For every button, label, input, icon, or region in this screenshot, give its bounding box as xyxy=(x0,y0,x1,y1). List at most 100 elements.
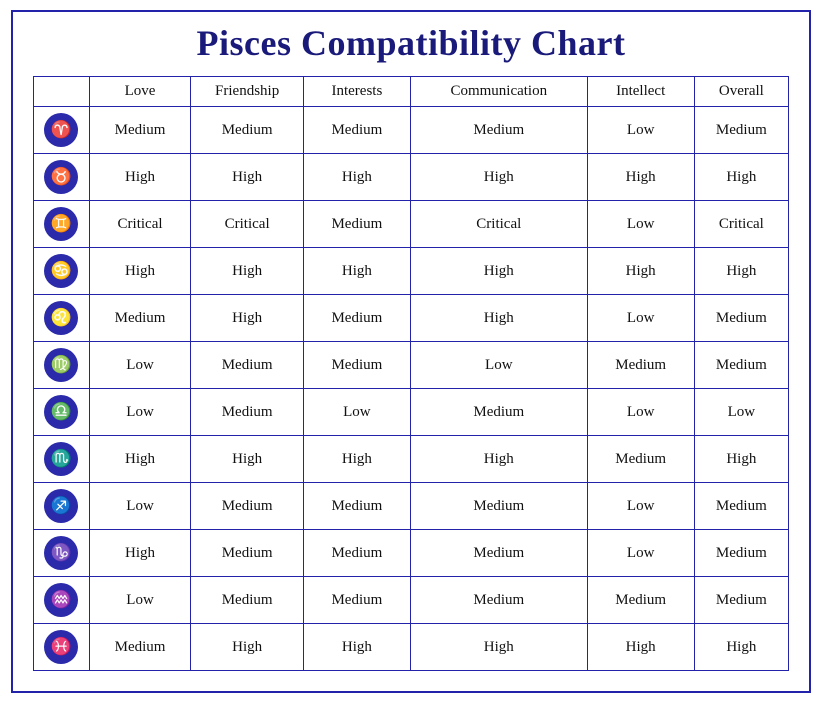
cell-love: Low xyxy=(89,389,191,436)
cell-overall: Medium xyxy=(694,483,788,530)
cell-interests: Medium xyxy=(303,483,410,530)
cell-interests: Medium xyxy=(303,201,410,248)
cell-interests: Medium xyxy=(303,107,410,154)
cell-love: Low xyxy=(89,483,191,530)
sign-cell: ♐ xyxy=(34,483,90,530)
cell-friendship: High xyxy=(191,154,303,201)
cell-communication: High xyxy=(410,436,587,483)
zodiac-icon: ♍ xyxy=(44,348,78,382)
cell-interests: Low xyxy=(303,389,410,436)
cell-communication: Medium xyxy=(410,389,587,436)
zodiac-icon: ♎ xyxy=(44,395,78,429)
cell-friendship: High xyxy=(191,295,303,342)
cell-intellect: Low xyxy=(587,530,694,577)
cell-intellect: Low xyxy=(587,107,694,154)
col-interests-header: Interests xyxy=(303,77,410,107)
cell-friendship: Medium xyxy=(191,107,303,154)
col-friendship-header: Friendship xyxy=(191,77,303,107)
cell-friendship: Medium xyxy=(191,483,303,530)
table-row: ♉HighHighHighHighHighHigh xyxy=(34,154,789,201)
cell-love: High xyxy=(89,530,191,577)
cell-overall: High xyxy=(694,248,788,295)
sign-cell: ♊ xyxy=(34,201,90,248)
cell-overall: Critical xyxy=(694,201,788,248)
cell-love: High xyxy=(89,436,191,483)
cell-love: High xyxy=(89,154,191,201)
table-row: ♑HighMediumMediumMediumLowMedium xyxy=(34,530,789,577)
col-overall-header: Overall xyxy=(694,77,788,107)
cell-interests: Medium xyxy=(303,530,410,577)
cell-communication: Medium xyxy=(410,577,587,624)
cell-love: High xyxy=(89,248,191,295)
cell-love: Medium xyxy=(89,107,191,154)
page-wrapper: Pisces Compatibility Chart Love Friendsh… xyxy=(11,10,811,693)
cell-overall: Medium xyxy=(694,530,788,577)
col-sign-header xyxy=(34,77,90,107)
cell-communication: Medium xyxy=(410,483,587,530)
cell-communication: High xyxy=(410,154,587,201)
chart-title: Pisces Compatibility Chart xyxy=(33,22,789,64)
cell-intellect: Low xyxy=(587,389,694,436)
cell-friendship: Medium xyxy=(191,389,303,436)
cell-friendship: Medium xyxy=(191,530,303,577)
cell-friendship: Medium xyxy=(191,342,303,389)
cell-friendship: Critical xyxy=(191,201,303,248)
header-row: Love Friendship Interests Communication … xyxy=(34,77,789,107)
zodiac-icon: ♏ xyxy=(44,442,78,476)
cell-intellect: Low xyxy=(587,483,694,530)
zodiac-icon: ♐ xyxy=(44,489,78,523)
zodiac-icon: ♋ xyxy=(44,254,78,288)
cell-friendship: High xyxy=(191,624,303,671)
cell-interests: High xyxy=(303,624,410,671)
cell-overall: High xyxy=(694,624,788,671)
col-intellect-header: Intellect xyxy=(587,77,694,107)
cell-overall: Medium xyxy=(694,342,788,389)
cell-overall: Medium xyxy=(694,295,788,342)
cell-love: Critical xyxy=(89,201,191,248)
cell-intellect: Low xyxy=(587,295,694,342)
cell-communication: Critical xyxy=(410,201,587,248)
cell-friendship: High xyxy=(191,436,303,483)
col-love-header: Love xyxy=(89,77,191,107)
cell-overall: High xyxy=(694,436,788,483)
sign-cell: ♈ xyxy=(34,107,90,154)
sign-cell: ♍ xyxy=(34,342,90,389)
table-row: ♎LowMediumLowMediumLowLow xyxy=(34,389,789,436)
zodiac-icon: ♉ xyxy=(44,160,78,194)
sign-cell: ♋ xyxy=(34,248,90,295)
cell-interests: High xyxy=(303,436,410,483)
cell-friendship: Medium xyxy=(191,577,303,624)
cell-communication: Low xyxy=(410,342,587,389)
cell-intellect: High xyxy=(587,248,694,295)
cell-love: Medium xyxy=(89,295,191,342)
table-row: ♐LowMediumMediumMediumLowMedium xyxy=(34,483,789,530)
cell-intellect: Medium xyxy=(587,577,694,624)
table-row: ♌MediumHighMediumHighLowMedium xyxy=(34,295,789,342)
cell-intellect: Medium xyxy=(587,436,694,483)
cell-love: Low xyxy=(89,342,191,389)
cell-friendship: High xyxy=(191,248,303,295)
cell-overall: Medium xyxy=(694,107,788,154)
cell-communication: Medium xyxy=(410,530,587,577)
zodiac-icon: ♈ xyxy=(44,113,78,147)
cell-love: Medium xyxy=(89,624,191,671)
zodiac-icon: ♑ xyxy=(44,536,78,570)
cell-intellect: High xyxy=(587,154,694,201)
sign-cell: ♌ xyxy=(34,295,90,342)
cell-communication: Medium xyxy=(410,107,587,154)
sign-cell: ♎ xyxy=(34,389,90,436)
compatibility-table: Love Friendship Interests Communication … xyxy=(33,76,789,671)
table-row: ♓MediumHighHighHighHighHigh xyxy=(34,624,789,671)
cell-communication: High xyxy=(410,624,587,671)
cell-interests: Medium xyxy=(303,295,410,342)
cell-overall: Low xyxy=(694,389,788,436)
cell-intellect: Low xyxy=(587,201,694,248)
cell-overall: Medium xyxy=(694,577,788,624)
cell-communication: High xyxy=(410,295,587,342)
col-communication-header: Communication xyxy=(410,77,587,107)
cell-love: Low xyxy=(89,577,191,624)
table-row: ♊CriticalCriticalMediumCriticalLowCritic… xyxy=(34,201,789,248)
zodiac-icon: ♓ xyxy=(44,630,78,664)
cell-interests: Medium xyxy=(303,577,410,624)
table-row: ♋HighHighHighHighHighHigh xyxy=(34,248,789,295)
